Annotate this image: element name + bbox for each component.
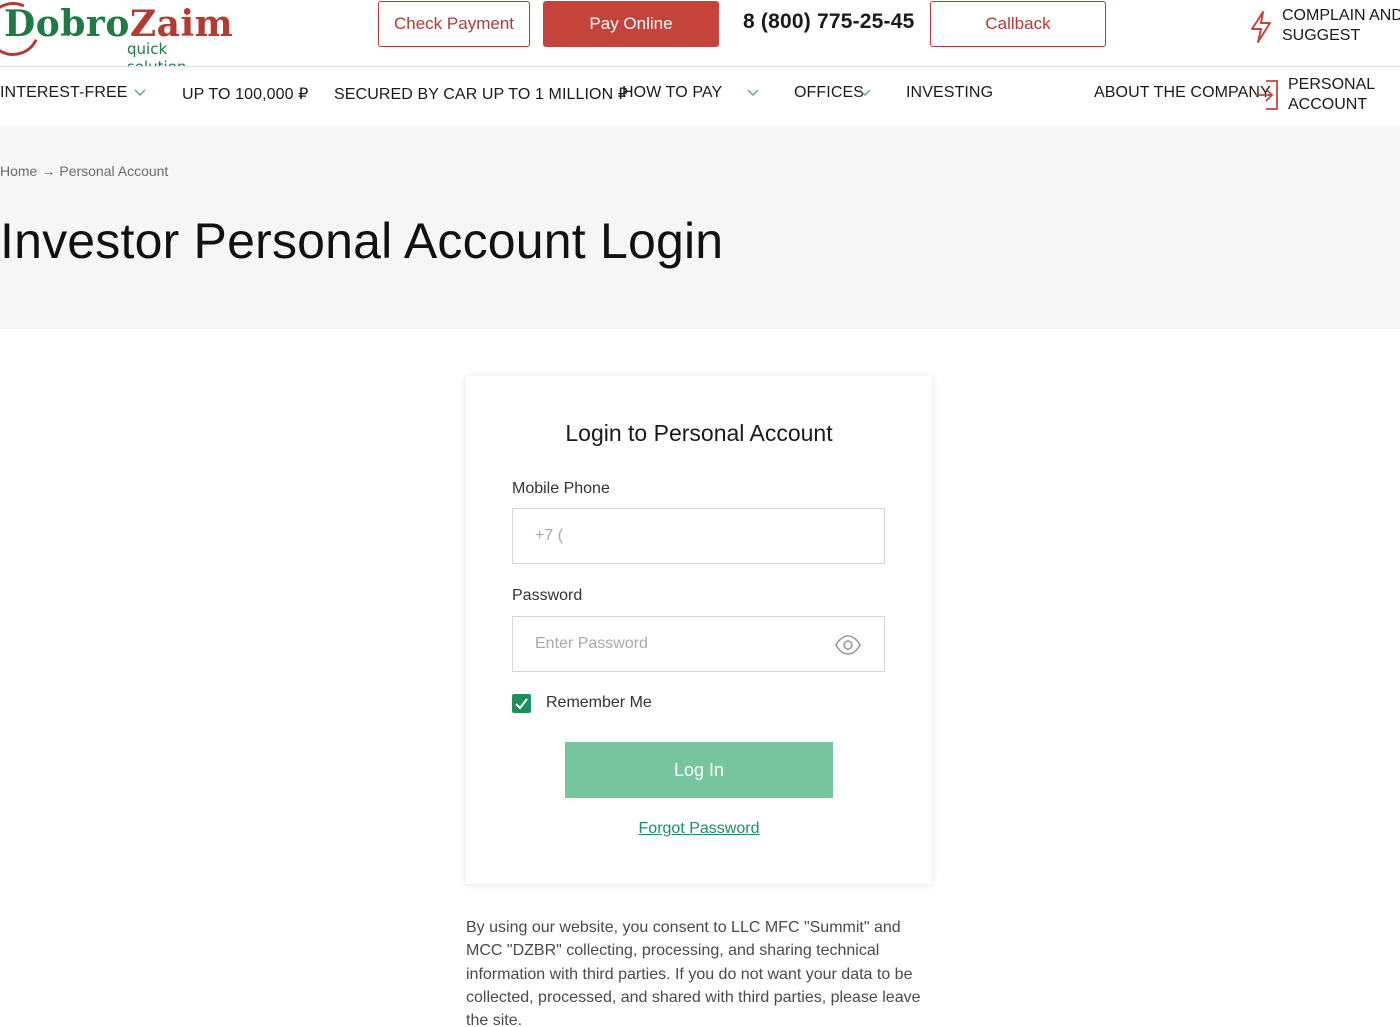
account-line-1: PERSONAL [1288, 76, 1376, 93]
header-top: DobroZaim quick solution Check Payment P… [0, 0, 1400, 76]
logo-part-dobro: Dobro [4, 3, 130, 45]
consent-notice: By using our website, you consent to LLC… [466, 919, 921, 1027]
login-icon[interactable] [1254, 79, 1280, 111]
nav-item-secured-by-car[interactable]: SECURED BY CAR UP TO 1 MILLION ₽ [334, 84, 628, 104]
account-line-2: ACCOUNT [1288, 96, 1368, 113]
page: DobroZaim quick solution Check Payment P… [0, 0, 1400, 1027]
page-title: Investor Personal Account Login [0, 213, 724, 269]
nav-item-about-company[interactable]: ABOUT THE COMPANY [1094, 84, 1271, 102]
forgot-password-link[interactable]: Forgot Password [466, 820, 932, 838]
check-payment-button[interactable]: Check Payment [378, 1, 530, 47]
chevron-down-icon[interactable] [859, 89, 871, 97]
login-card-title: Login to Personal Account [565, 420, 833, 446]
chevron-down-icon[interactable] [747, 89, 759, 97]
logo-part-zaim: Zaim [129, 3, 234, 45]
complain-line-2: SUGGEST [1282, 27, 1361, 44]
breadcrumb-separator: → [41, 163, 56, 179]
complain-line-1: COMPLAIN AND [1282, 7, 1400, 24]
nav-item-up-to-100000[interactable]: UP TO 100,000 ₽ [182, 84, 308, 104]
remember-checkbox[interactable] [512, 694, 531, 713]
breadcrumb-current: Personal Account [59, 163, 169, 179]
phone-input[interactable] [513, 509, 884, 563]
login-button[interactable]: Log In [565, 742, 833, 798]
callback-button[interactable]: Callback [930, 1, 1106, 47]
lightning-icon [1251, 11, 1271, 43]
nav-item-how-to-pay[interactable]: HOW TO PAY [622, 84, 722, 102]
phone-label: Mobile Phone [512, 480, 610, 497]
password-field[interactable] [512, 616, 885, 672]
breadcrumb-home[interactable]: Home [0, 163, 37, 179]
nav-item-offices[interactable]: OFFICES [794, 84, 864, 102]
remember-label: Remember Me [546, 694, 652, 711]
breadcrumb: Home → Personal Account [0, 163, 168, 179]
main-nav: INTEREST-FREE UP TO 100,000 ₽ SECURED BY… [0, 66, 1400, 126]
personal-account-link[interactable]: PERSONAL ACCOUNT [1288, 75, 1375, 115]
eye-icon[interactable] [834, 633, 862, 657]
phone-field[interactable] [512, 508, 885, 564]
complain-suggest-label: COMPLAIN AND SUGGEST [1282, 6, 1400, 46]
chevron-down-icon[interactable] [134, 89, 146, 97]
nav-item-interest-free[interactable]: INTEREST-FREE [0, 84, 128, 102]
password-label: Password [512, 587, 583, 604]
complain-suggest-link[interactable]: COMPLAIN AND SUGGEST [1248, 4, 1400, 48]
login-card: Login to Personal Account Mobile Phone P… [466, 376, 932, 884]
page-hero: Home → Personal Account Investor Personal … [0, 126, 1400, 329]
password-input[interactable] [513, 617, 884, 671]
phone-number[interactable]: 8 (800) 775-25-45 [743, 10, 915, 34]
checkmark-icon [515, 698, 528, 710]
nav-item-investing[interactable]: INVESTING [906, 84, 993, 102]
logo[interactable]: DobroZaim quick solution [0, 0, 234, 76]
pay-online-button[interactable]: Pay Online [543, 1, 719, 47]
